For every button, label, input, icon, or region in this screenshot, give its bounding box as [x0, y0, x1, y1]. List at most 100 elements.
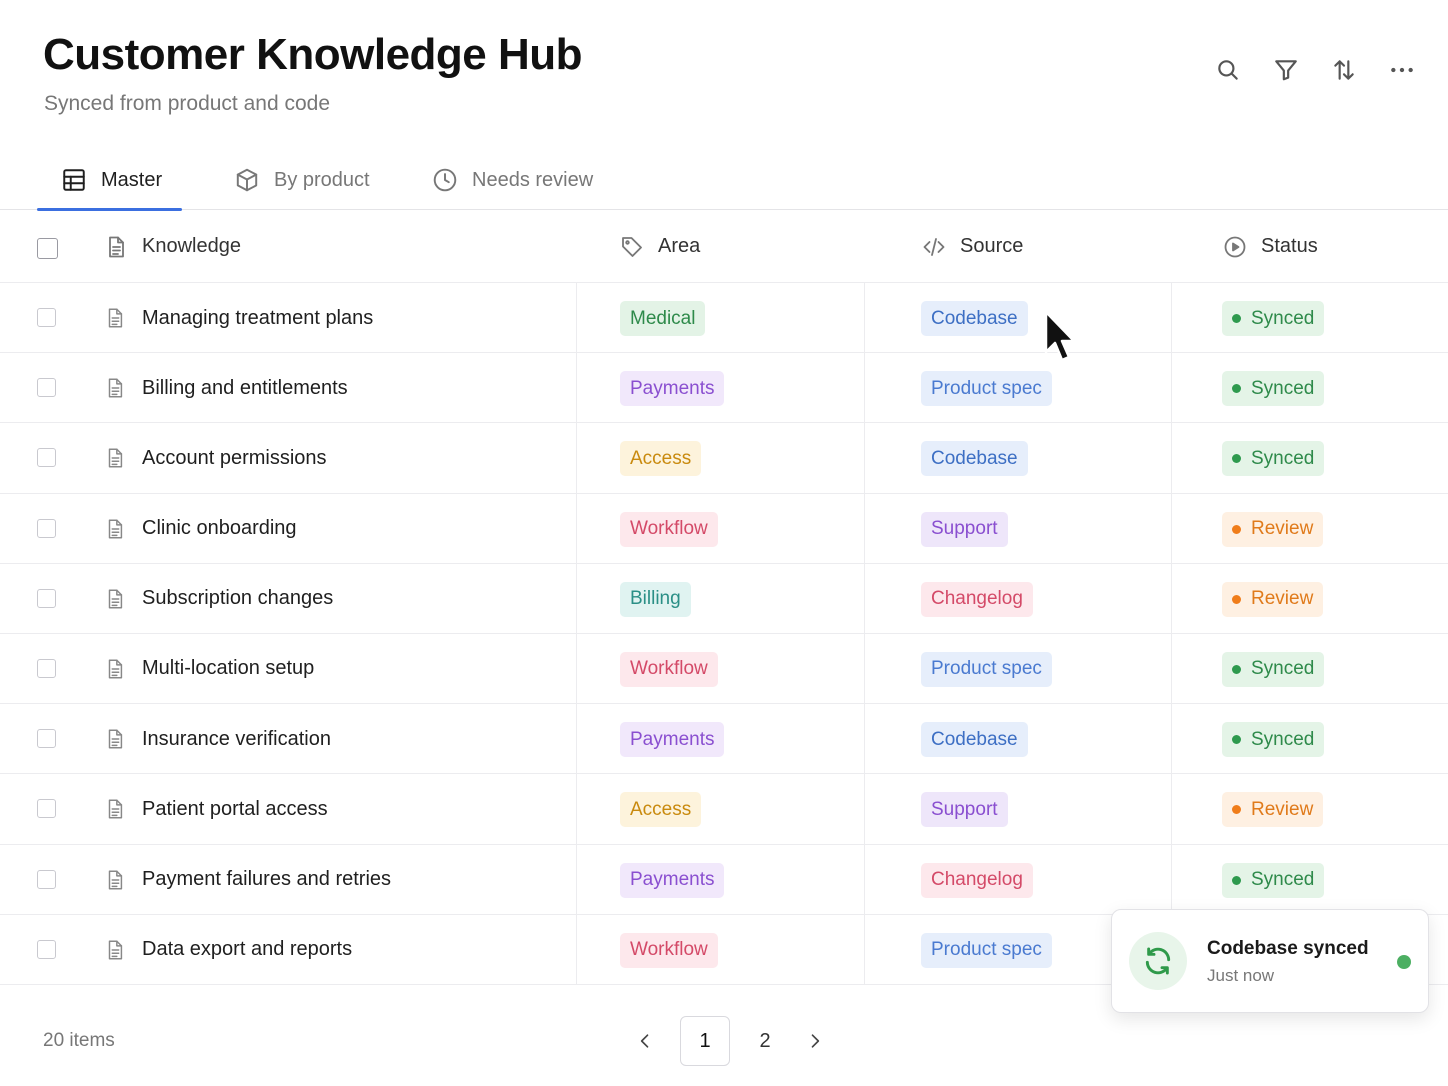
knowledge-title: Subscription changes [142, 587, 334, 610]
table-row[interactable]: Multi-location setup Workflow Product spec… [0, 633, 1448, 705]
column-divider [864, 563, 865, 633]
document-icon [108, 589, 123, 609]
more-button[interactable] [1384, 50, 1420, 90]
area-tag[interactable]: Payments [620, 722, 725, 758]
area-tag[interactable]: Billing [620, 581, 691, 617]
area-tag[interactable]: Payments [620, 862, 725, 898]
table-row[interactable]: Billing and entitlements Payments Product … [0, 353, 1448, 424]
row-checkbox[interactable] [37, 729, 56, 749]
table-row[interactable]: Subscription changes Billing Changelog Revi… [0, 563, 1448, 634]
status-badge[interactable]: Synced [1222, 862, 1325, 898]
tab-master[interactable]: Master [36, 150, 183, 211]
sort-button[interactable] [1326, 50, 1362, 90]
tab-label: By product [274, 168, 370, 191]
status-badge[interactable]: Synced [1222, 651, 1325, 687]
status-badge[interactable]: Review [1222, 792, 1324, 828]
area-tag[interactable]: Medical [620, 301, 706, 336]
status-label: Review [1251, 518, 1314, 540]
column-divider [576, 423, 577, 493]
knowledge-cell[interactable]: Data export and reports [104, 915, 352, 985]
source-tag[interactable]: Support [921, 792, 1008, 828]
knowledge-cell[interactable]: Managing treatment plans [104, 283, 373, 353]
knowledge-cell[interactable]: Clinic onboarding [104, 494, 297, 564]
knowledge-cell[interactable]: Payment failures and retries [104, 845, 391, 915]
item-count: 20 items [43, 1030, 115, 1051]
table-row[interactable]: Managing treatment plans Medical Codebase S… [0, 283, 1448, 354]
knowledge-title: Managing treatment plans [142, 306, 374, 329]
page-button-2[interactable]: 2 [740, 1016, 790, 1066]
status-badge[interactable]: Synced [1222, 722, 1325, 758]
column-divider [864, 844, 865, 914]
page-subtitle: Synced from product and code [44, 92, 331, 115]
sync-toast[interactable]: Codebase synced Just now [1111, 909, 1429, 1013]
status-dot [1232, 524, 1241, 534]
knowledge-cell[interactable]: Account permissions [104, 423, 327, 493]
search-button[interactable] [1210, 50, 1246, 90]
column-divider [1171, 774, 1172, 844]
source-tag[interactable]: Product spec [921, 932, 1052, 968]
area-tag[interactable]: Payments [620, 371, 725, 407]
knowledge-title: Payment failures and retries [142, 868, 392, 890]
source-tag[interactable]: Changelog [921, 581, 1033, 617]
column-divider [864, 633, 865, 704]
table-row[interactable]: Patient portal access Access Support Review [0, 774, 1448, 845]
knowledge-cell[interactable]: Insurance verification [104, 704, 331, 774]
filter-button[interactable] [1268, 50, 1304, 90]
area-tag[interactable]: Workflow [620, 932, 718, 968]
row-checkbox[interactable] [37, 939, 56, 959]
row-checkbox[interactable] [37, 378, 56, 398]
status-badge[interactable]: Review [1222, 581, 1324, 617]
knowledge-title: Data export and reports [142, 938, 353, 961]
row-checkbox[interactable] [37, 308, 56, 327]
status-badge[interactable]: Synced [1222, 371, 1325, 407]
area-tag[interactable]: Workflow [620, 511, 718, 547]
column-header-area[interactable]: Area [620, 210, 700, 283]
source-tag[interactable]: Codebase [921, 301, 1028, 336]
knowledge-cell[interactable]: Patient portal access [104, 774, 328, 844]
column-header-source[interactable]: Source [922, 210, 1023, 283]
area-tag[interactable]: Workflow [620, 651, 718, 687]
pagination: 1 2 [620, 1016, 840, 1066]
previous-page-button[interactable] [620, 1016, 670, 1066]
next-page-button[interactable] [790, 1016, 840, 1066]
source-tag[interactable]: Codebase [921, 441, 1028, 477]
source-tag[interactable]: Support [921, 511, 1008, 547]
column-divider [576, 353, 577, 423]
knowledge-cell[interactable]: Subscription changes [104, 564, 333, 634]
page-button-1[interactable]: 1 [680, 1016, 730, 1066]
status-badge[interactable]: Synced [1222, 301, 1325, 336]
source-tag[interactable]: Product spec [921, 651, 1052, 687]
table-row[interactable]: Clinic onboarding Workflow Support Review [0, 493, 1448, 564]
select-all-checkbox[interactable] [37, 238, 58, 259]
source-tag[interactable]: Product spec [921, 371, 1052, 407]
status-label: Review [1251, 798, 1314, 820]
document-icon [108, 729, 123, 749]
knowledge-cell[interactable]: Billing and entitlements [104, 353, 348, 423]
document-icon [108, 378, 123, 398]
area-tag[interactable]: Access [620, 792, 702, 828]
tab-needs-review[interactable]: Needs review [432, 150, 593, 210]
column-label: Area [658, 235, 701, 257]
table-row[interactable]: Insurance verification Payments Codebase Sy… [0, 704, 1448, 775]
column-header-knowledge[interactable]: Knowledge [104, 210, 241, 283]
column-label: Knowledge [142, 235, 241, 257]
source-tag[interactable]: Changelog [921, 862, 1033, 898]
row-checkbox[interactable] [37, 869, 56, 889]
status-badge[interactable]: Synced [1222, 441, 1325, 477]
tab-by-product[interactable]: By product [234, 150, 370, 210]
source-tag[interactable]: Codebase [921, 722, 1028, 758]
table-row[interactable]: Account permissions Access Codebase Synced [0, 423, 1448, 494]
row-checkbox[interactable] [37, 799, 56, 819]
table-body: Managing treatment plans Medical Codebase S… [0, 283, 1448, 985]
table-row[interactable]: Payment failures and retries Payments Chan… [0, 844, 1448, 915]
column-header-status[interactable]: Status [1223, 210, 1318, 283]
knowledge-cell[interactable]: Multi-location setup [104, 634, 314, 704]
tag-icon [622, 236, 642, 257]
row-checkbox[interactable] [37, 588, 56, 608]
row-checkbox[interactable] [37, 448, 56, 468]
status-badge[interactable]: Review [1222, 511, 1324, 547]
row-checkbox[interactable] [37, 658, 56, 678]
area-tag[interactable]: Access [620, 441, 702, 477]
tab-label: Master [101, 168, 163, 191]
row-checkbox[interactable] [37, 518, 56, 538]
